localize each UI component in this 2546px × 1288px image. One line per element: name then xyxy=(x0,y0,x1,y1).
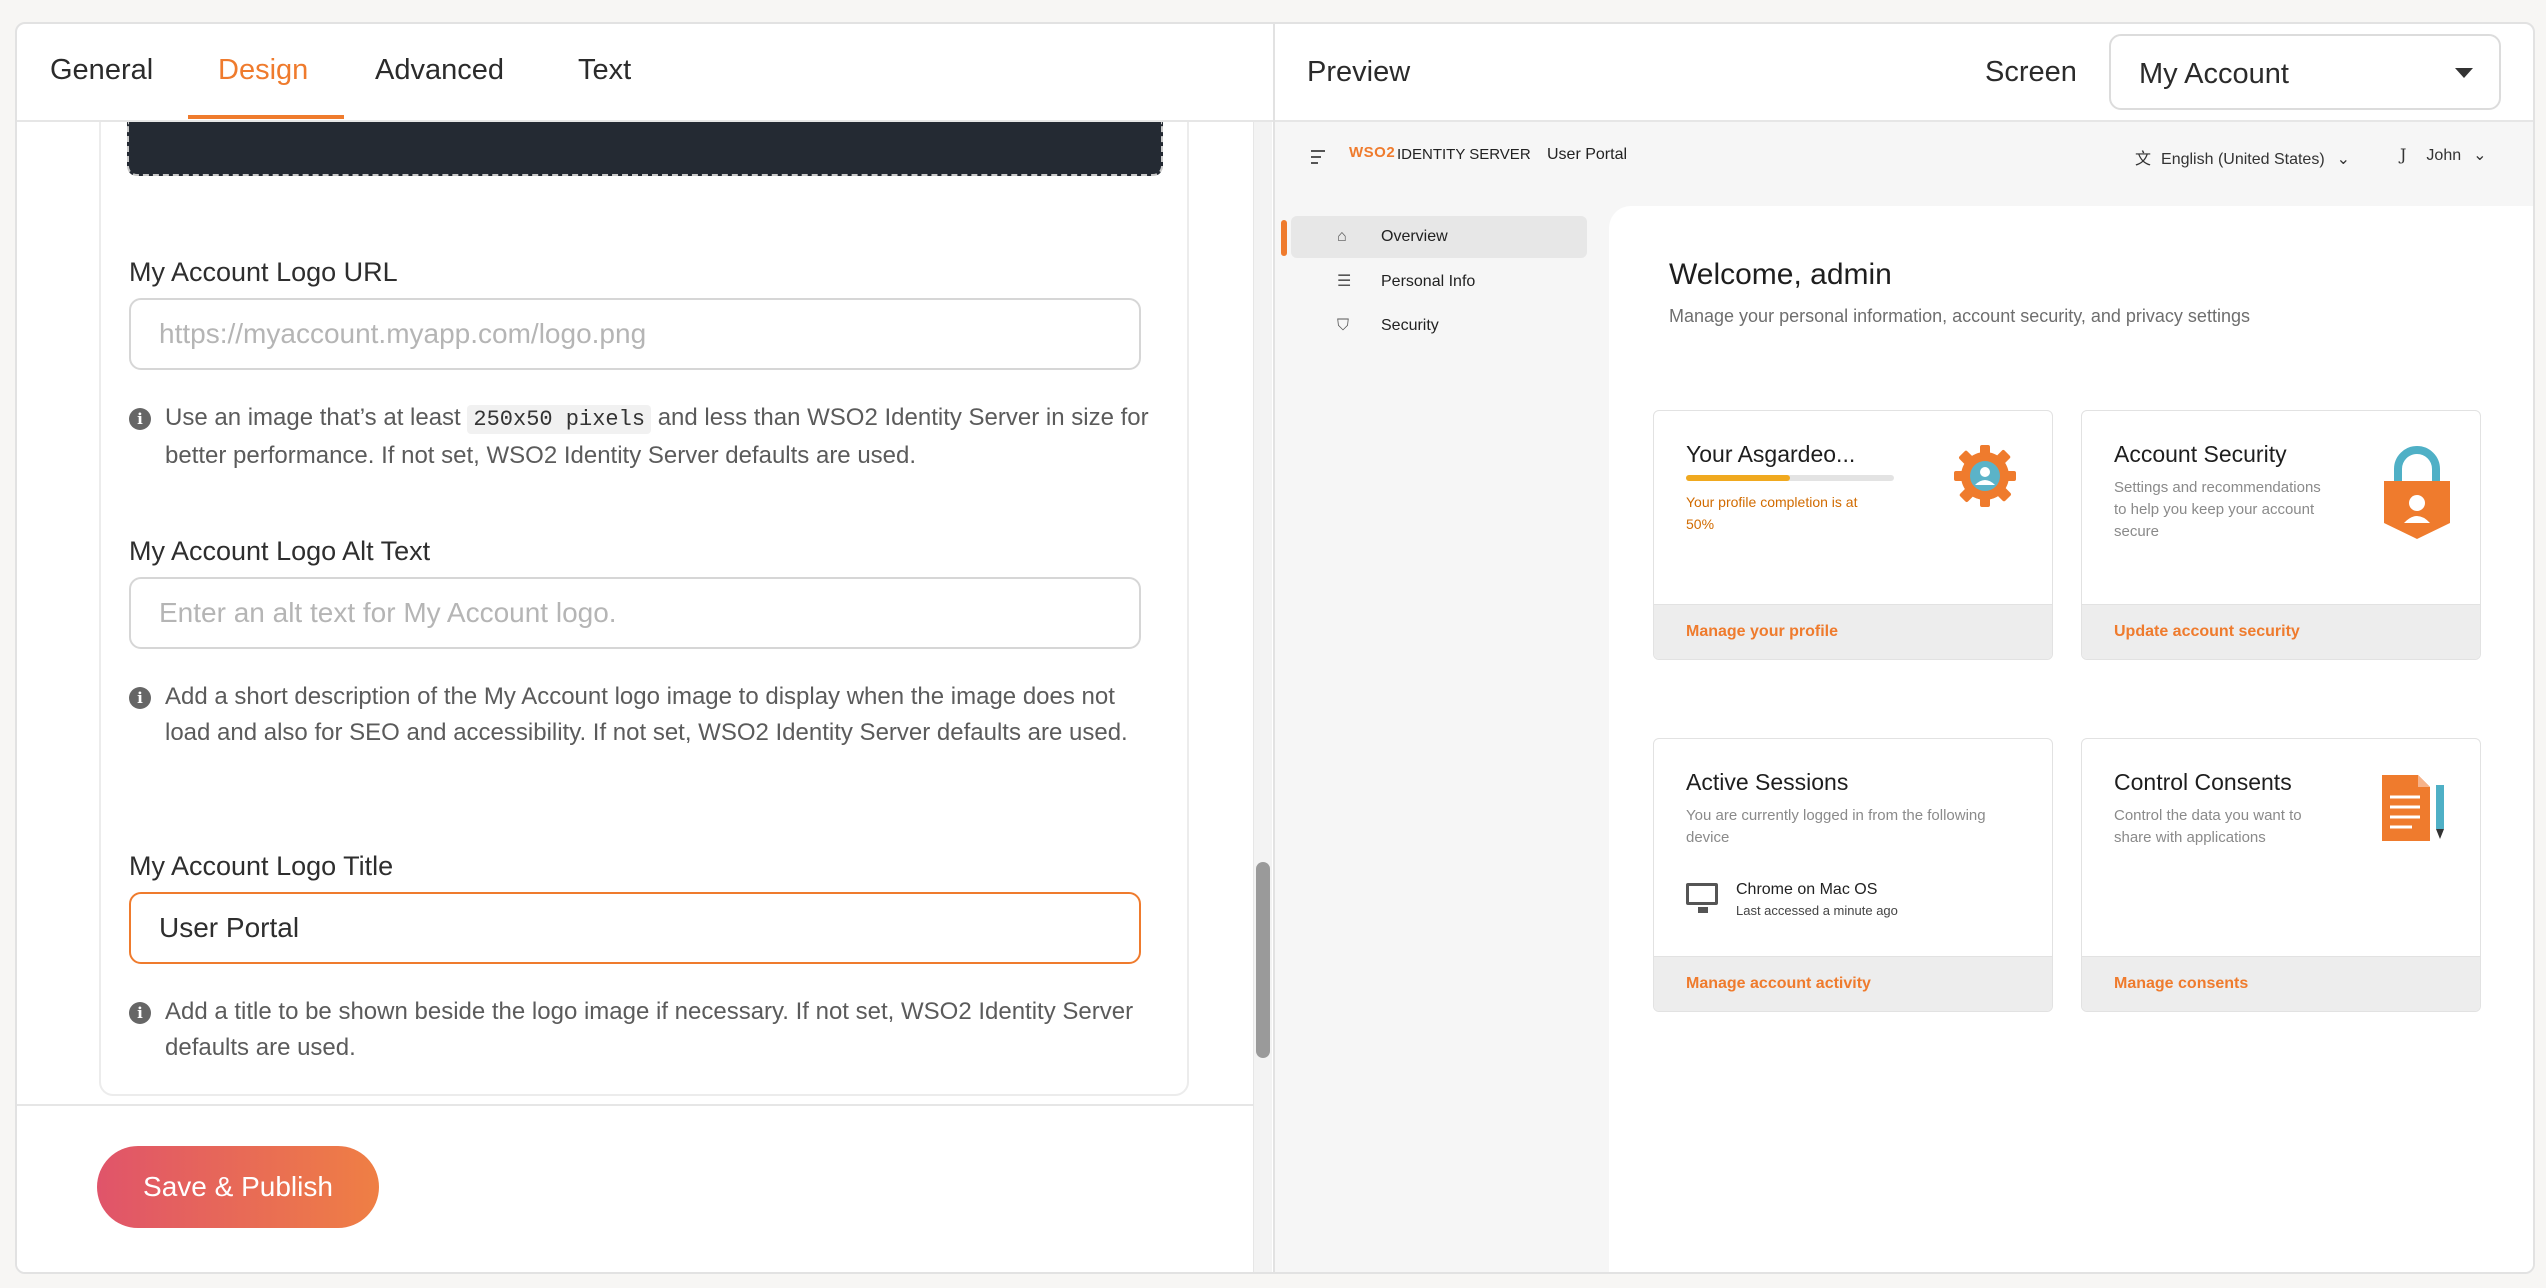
profile-card: Your Asgardeo... Your profile completion… xyxy=(1653,410,2053,660)
form-footer: Save & Publish xyxy=(17,1104,1253,1272)
logo-alt-hint: i Add a short description of the My Acco… xyxy=(129,679,1159,751)
tab-general[interactable]: General xyxy=(50,54,153,87)
account-security-card: Account Security Settings and recommenda… xyxy=(2081,410,2481,660)
profile-progress-bar xyxy=(1686,475,1894,481)
sidebar-item-security[interactable]: ⛉ Security xyxy=(1291,305,1587,347)
hamburger-menu-icon[interactable] xyxy=(1311,150,1325,168)
preview-panel: Preview Screen My Account WSO2 IDENTITY … xyxy=(1273,24,2533,1272)
design-config-panel: General Design Advanced Text My Account … xyxy=(17,24,1273,1272)
app-frame: General Design Advanced Text My Account … xyxy=(15,22,2535,1274)
progress-text: Your profile completion is at 50% xyxy=(1686,494,1858,532)
tab-text[interactable]: Text xyxy=(578,54,631,87)
lock-icon xyxy=(2384,446,2450,539)
welcome-heading: Welcome, admin xyxy=(1669,258,1892,291)
card-title: Active Sessions xyxy=(1686,769,1849,795)
screen-select-value: My Account xyxy=(2139,58,2289,90)
card-description: Control the data you want to share with … xyxy=(2114,807,2302,846)
logo-title-input[interactable] xyxy=(129,892,1141,964)
home-icon: ⌂ xyxy=(1337,228,1347,245)
gear-user-icon xyxy=(1954,445,2016,507)
scrollbar-thumb[interactable] xyxy=(1256,862,1270,1058)
size-code: 250x50 pixels xyxy=(467,405,652,434)
card-footer: Manage consents xyxy=(2082,956,2480,1011)
info-icon: i xyxy=(129,1002,151,1024)
progress-fill xyxy=(1686,475,1790,481)
card-footer: Update account security xyxy=(2082,604,2480,659)
active-sessions-card: Active Sessions You are currently logged… xyxy=(1653,738,2053,1012)
card-title: Account Security xyxy=(2114,441,2287,467)
logo-preview-block xyxy=(127,122,1163,176)
session-time: Last accessed a minute ago xyxy=(1736,903,1898,918)
product-name: IDENTITY SERVER xyxy=(1397,146,1531,163)
portal-title: User Portal xyxy=(1547,146,1628,163)
card-footer: Manage your profile xyxy=(1654,604,2052,659)
document-pencil-icon xyxy=(2382,775,2444,841)
language-selector[interactable]: 文 English (United States) ⌄ xyxy=(2135,145,2350,169)
translate-icon: 文 xyxy=(2135,151,2152,168)
card-title: Control Consents xyxy=(2114,769,2292,795)
control-consents-card: Control Consents Control the data you wa… xyxy=(2081,738,2481,1012)
logo-title-hint: i Add a title to be shown beside the log… xyxy=(129,994,1159,1066)
logo-url-label: My Account Logo URL xyxy=(129,257,398,287)
form-scroll-area: My Account Logo URL i Use an image that’… xyxy=(17,122,1253,1122)
welcome-subtitle: Manage your personal information, accoun… xyxy=(1669,306,2250,326)
chevron-down-icon: ⌄ xyxy=(2473,147,2487,164)
portal-topbar: WSO2 IDENTITY SERVER User Portal 文 Englis… xyxy=(1275,122,2533,206)
card-description: You are currently logged in from the fol… xyxy=(1686,807,1986,846)
card-footer: Manage account activity xyxy=(1654,956,2052,1011)
portal-sidenav: ⌂ Overview ☰ Personal Info ⛉ Security xyxy=(1275,206,1605,1272)
active-nav-indicator xyxy=(1281,220,1287,256)
preview-header: Preview Screen My Account xyxy=(1275,24,2533,122)
screen-label: Screen xyxy=(1985,56,2077,88)
logo-alt-label: My Account Logo Alt Text xyxy=(129,536,431,566)
id-card-icon: ☰ xyxy=(1337,273,1352,290)
save-publish-button[interactable]: Save & Publish xyxy=(97,1146,379,1228)
shield-icon: ⛉ xyxy=(1337,317,1350,334)
info-icon: i xyxy=(129,687,151,709)
caret-down-icon xyxy=(2455,68,2473,78)
logo-url-hint: i Use an image that’s at least 250x50 pi… xyxy=(129,400,1159,474)
chevron-down-icon: ⌄ xyxy=(2336,151,2351,168)
card-description: Settings and recommendations to help you… xyxy=(2114,479,2321,540)
screen-select[interactable]: My Account xyxy=(2109,34,2501,110)
sidebar-item-overview[interactable]: ⌂ Overview xyxy=(1291,216,1587,258)
manage-profile-link[interactable]: Manage your profile xyxy=(1686,623,1838,641)
portal-content: Welcome, admin Manage your personal info… xyxy=(1609,206,2533,1272)
logo-alt-input[interactable] xyxy=(129,577,1141,649)
manage-activity-link[interactable]: Manage account activity xyxy=(1686,975,1871,993)
session-device: Chrome on Mac OS xyxy=(1736,881,1878,898)
preview-title: Preview xyxy=(1307,56,1411,88)
logo-title-label: My Account Logo Title xyxy=(129,851,394,881)
sidebar-item-personal-info[interactable]: ☰ Personal Info xyxy=(1291,261,1587,303)
portal-preview: WSO2 IDENTITY SERVER User Portal 文 Englis… xyxy=(1275,122,2533,1272)
tab-advanced[interactable]: Advanced xyxy=(375,54,504,87)
update-security-link[interactable]: Update account security xyxy=(2114,623,2300,641)
info-icon: i xyxy=(129,408,151,430)
scrollbar-track[interactable] xyxy=(1253,122,1272,1272)
logo-url-input[interactable] xyxy=(129,298,1141,370)
monitor-stand xyxy=(1698,907,1708,913)
tab-design[interactable]: Design xyxy=(218,54,308,87)
monitor-icon xyxy=(1686,883,1718,905)
user-menu[interactable]: J John ⌄ xyxy=(2400,145,2487,165)
wso2-logo: WSO2 xyxy=(1349,144,1396,161)
tab-bar: General Design Advanced Text xyxy=(17,24,1273,122)
card-title: Your Asgardeo... xyxy=(1686,441,1856,467)
avatar: J xyxy=(2400,145,2407,164)
active-tab-indicator xyxy=(188,115,344,119)
manage-consents-link[interactable]: Manage consents xyxy=(2114,975,2248,993)
